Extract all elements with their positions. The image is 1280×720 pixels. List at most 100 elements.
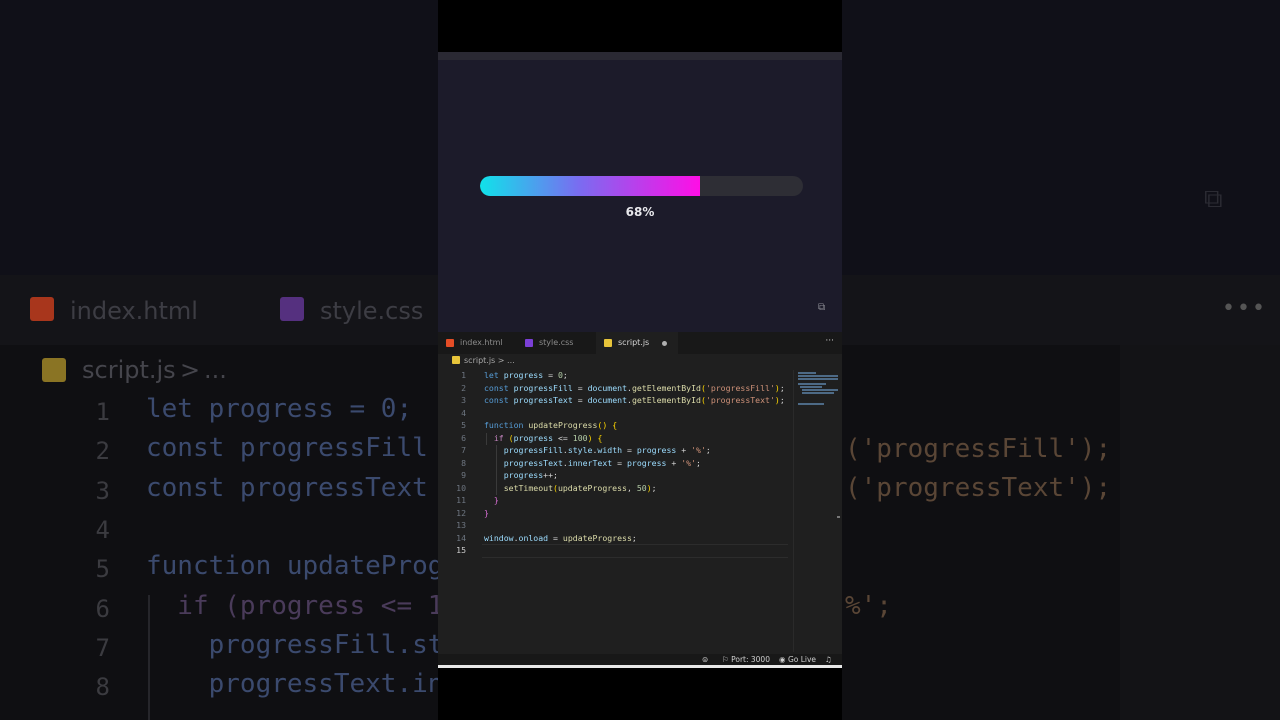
breadcrumb: script.js > ... [452,356,515,368]
background-breadcrumb-chevron: > [180,356,201,384]
code-line[interactable]: 7 progressFill.style.width = progress + … [438,445,790,458]
phone-frame: 68% ⧉ index.html style.css script.js ···… [438,0,842,720]
scrollbar-marker [837,516,840,518]
line-number: 11 [456,495,466,505]
status-bar: ⊜ ⚐ Port: 3000 ◉ Go Live ♫ [438,654,842,665]
tab-style-css[interactable]: style.css [517,332,668,354]
tab-label: script.js [618,338,650,347]
minimap-row [798,375,838,377]
background-indent-guide [148,595,150,720]
minimap[interactable] [793,370,840,652]
progress-fill [480,176,700,196]
port-label: Port: 3000 [731,655,770,664]
tab-script-js[interactable]: script.js [596,332,678,354]
background-css3-icon [280,297,304,321]
layout-icon[interactable]: ⧉ [818,303,828,313]
background-code-line: ('progressText'); [845,473,1112,504]
background-code-line: progressText.in [146,669,444,700]
code-line[interactable]: 6 if (progress <= 100) { [438,433,790,446]
line-number: 7 [461,445,466,455]
code-line[interactable]: 13 [438,520,790,533]
background-line-number: 7 [95,633,110,662]
background-line-number: 6 [95,594,110,623]
breadcrumb-file[interactable]: script.js [464,356,495,365]
code-line[interactable]: 4 [438,408,790,421]
line-number: 10 [456,482,466,493]
line-number: 13 [456,520,466,530]
line-number: 2 [461,382,466,393]
line-number: 8 [461,457,466,468]
code-text: const progressText = document.getElement… [484,395,785,405]
code-line[interactable]: 10 setTimeout(updateProgress, 50); [438,483,790,496]
background-breadcrumb-rest: ... [204,356,227,384]
html5-icon [446,339,454,347]
code-line[interactable]: 5 function updateProgress() { [438,420,790,433]
code-text: } [493,495,499,505]
background-breadcrumb-file: script.js [82,356,176,384]
code-text: if (progress <= 100) { [493,432,603,443]
browser-preview: 68% ⧉ [438,52,842,332]
go-live-button[interactable]: ◉ Go Live [779,654,816,665]
background-code-line: function updateProg [146,551,444,582]
background-line-number: 3 [95,476,110,505]
background-line-number: 8 [95,673,110,702]
more-actions-icon[interactable]: ··· [825,336,834,346]
breadcrumb-rest[interactable]: > ... [498,356,515,365]
tab-label: style.css [539,338,574,347]
background-code-line: const progressText [146,472,428,503]
progress-text: 68% [625,205,655,219]
line-number: 15 [456,545,466,555]
background-code-line: const progressFill [146,433,428,464]
indent-guide [486,432,487,445]
line-number: 5 [461,420,466,430]
broadcast-icon[interactable]: ⊜ [702,654,708,665]
background-line-number: 5 [95,555,110,584]
line-number: 3 [461,395,466,405]
code-line[interactable]: 8 progressText.innerText = progress + '%… [438,458,790,471]
port-status[interactable]: ⚐ Port: 3000 [722,654,770,665]
line-number: 12 [456,507,466,518]
code-text: let progress = 0; [484,370,568,380]
code-text: window.onload = updateProgress; [484,532,637,543]
tab-label: index.html [460,338,503,347]
background-more-icon: ••• [1222,296,1267,321]
code-text: } [484,507,489,518]
line-number: 4 [461,407,466,418]
background-tab-index: index.html [70,297,198,325]
background-layout-icon: ⧉ [1204,184,1223,214]
background-code-line: progressFill.st [146,629,444,660]
line-number: 14 [456,532,466,543]
minimap-row [802,389,838,391]
background-code-line: ('progressFill'); [845,434,1112,464]
progress-scrubber [438,665,842,668]
editor-tab-bar: index.html style.css script.js ··· [438,332,842,354]
code-line[interactable]: 3 const progressText = document.getElemen… [438,395,790,408]
code-line[interactable]: 1 let progress = 0; [438,370,790,383]
minimap-row [798,372,816,374]
minimap-row [798,403,824,405]
background-line-number: 2 [95,437,110,466]
indent-guide [496,445,497,495]
background-code-line: %'; [845,590,892,621]
line-number: 6 [461,432,466,443]
background-code-line: let progress = 0; [146,394,413,424]
bell-icon[interactable]: ♫ [825,654,832,665]
line-number: 9 [461,470,466,480]
code-line[interactable]: 2 const progressFill = document.getElemen… [438,383,790,396]
minimap-row [798,378,838,380]
code-line[interactable]: 12} [438,508,790,521]
minimap-row [802,392,834,394]
code-text: setTimeout(updateProgress, 50); [503,482,657,493]
tab-index-html[interactable]: index.html [438,332,516,354]
background-js-icon [42,358,66,382]
minimap-row [798,383,826,385]
background-minimap [1120,345,1280,720]
code-text: progressFill.style.width = progress + '%… [503,445,711,455]
code-line[interactable]: 9 progress++; [438,470,790,483]
js-icon [452,356,460,364]
unsaved-dot-icon [662,341,667,346]
code-text: function updateProgress() { [484,420,618,430]
minimap-row [800,386,822,388]
code-line[interactable]: 11 } [438,495,790,508]
background-line-number: 1 [95,398,110,426]
